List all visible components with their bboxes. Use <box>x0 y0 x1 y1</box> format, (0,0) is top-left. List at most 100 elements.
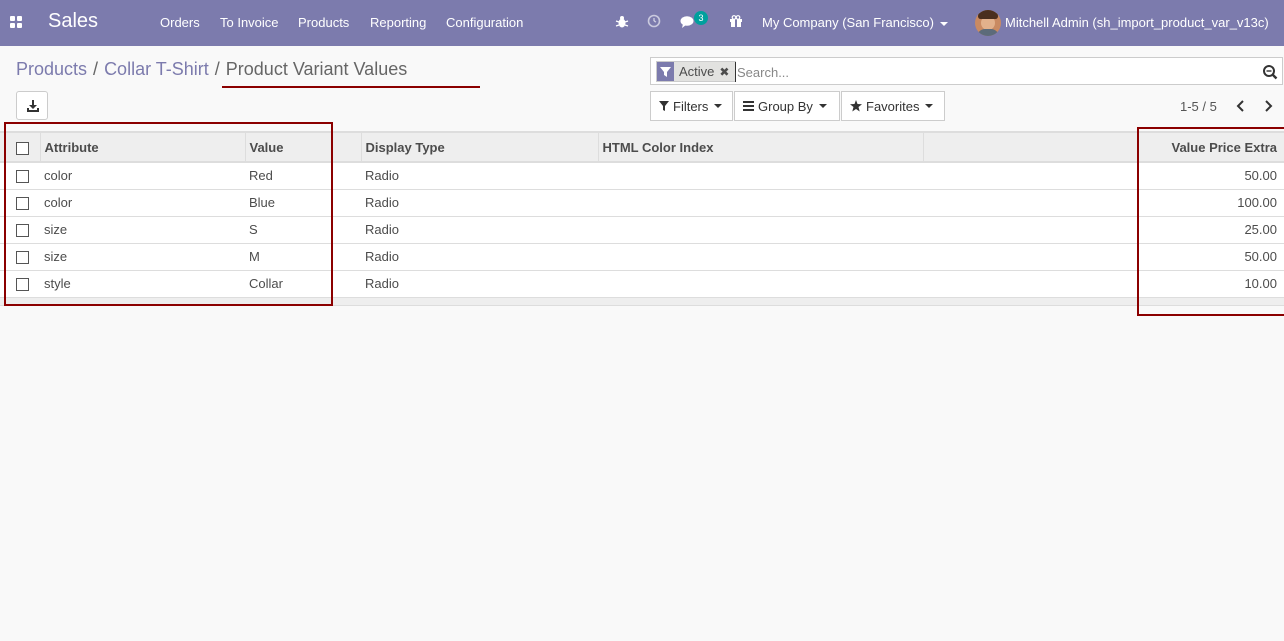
row-checkbox[interactable] <box>16 197 29 211</box>
cell-price-extra: 10.00 <box>1138 270 1284 298</box>
row-select-cell[interactable] <box>0 243 40 271</box>
export-button[interactable] <box>16 91 48 120</box>
select-all-checkbox[interactable] <box>16 141 29 155</box>
gift-icon[interactable] <box>729 14 743 28</box>
chevron-down-icon <box>818 104 827 108</box>
row-checkbox[interactable] <box>16 278 29 292</box>
group-by-button[interactable]: Group By <box>734 91 840 121</box>
cell-price-extra: 50.00 <box>1138 162 1284 190</box>
row-select-cell[interactable] <box>0 162 40 190</box>
cell-html-color-index <box>598 162 923 190</box>
apps-icon[interactable] <box>10 16 23 29</box>
cell-value: M <box>245 243 361 271</box>
table-row[interactable]: color Red Radio 50.00 <box>0 162 1284 190</box>
row-select-cell[interactable] <box>0 189 40 217</box>
cell-display-type: Radio <box>361 270 598 298</box>
cell-attribute: size <box>40 243 245 271</box>
highlight-underline <box>222 86 480 88</box>
app-brand[interactable]: Sales <box>48 10 98 33</box>
menu-to-invoice[interactable]: To Invoice <box>220 15 279 30</box>
cell-html-color-index <box>598 189 923 217</box>
breadcrumb-collar-tshirt[interactable]: Collar T-Shirt <box>104 59 209 79</box>
bug-icon[interactable] <box>615 15 629 29</box>
facet-label: Active <box>679 64 715 79</box>
cell-blank <box>923 216 1138 244</box>
top-navbar: Sales Orders To Invoice Products Reporti… <box>0 0 1284 46</box>
filter-icon <box>659 100 669 111</box>
cell-blank <box>923 189 1138 217</box>
chevron-down-icon <box>925 104 934 108</box>
menu-configuration[interactable]: Configuration <box>446 15 523 30</box>
menu-products[interactable]: Products <box>298 15 349 30</box>
table-footer <box>0 297 1284 306</box>
row-checkbox[interactable] <box>16 170 29 184</box>
cell-html-color-index <box>598 216 923 244</box>
cell-blank <box>923 270 1138 298</box>
cell-attribute: color <box>40 162 245 190</box>
filters-label: Filters <box>673 98 709 114</box>
cell-price-extra: 100.00 <box>1138 189 1284 217</box>
cell-display-type: Radio <box>361 189 598 217</box>
filter-icon <box>657 62 674 81</box>
cell-html-color-index <box>598 270 923 298</box>
row-checkbox[interactable] <box>16 251 29 265</box>
column-header-value-price-extra[interactable]: Value Price Extra <box>1137 131 1284 163</box>
chevron-left-icon[interactable] <box>1234 97 1248 115</box>
clock-icon[interactable] <box>647 14 661 28</box>
row-checkbox[interactable] <box>16 224 29 238</box>
favorites-label: Favorites <box>866 98 920 114</box>
row-select-cell[interactable] <box>0 216 40 244</box>
cell-value: Red <box>245 162 361 190</box>
cell-price-extra: 50.00 <box>1138 243 1284 271</box>
search-box: Active ✖ <box>650 57 1283 85</box>
chevron-down-icon <box>939 21 948 26</box>
user-avatar[interactable] <box>975 10 1001 36</box>
chevron-right-icon[interactable] <box>1261 97 1275 115</box>
search-facet-active: Active ✖ <box>656 61 737 82</box>
chat-icon[interactable] <box>680 15 694 29</box>
chat-count-badge: 3 <box>694 11 708 25</box>
select-all-cell[interactable] <box>0 131 40 163</box>
column-header-value[interactable]: Value <box>244 131 361 163</box>
favorites-button[interactable]: Favorites <box>841 91 945 121</box>
cell-attribute: size <box>40 216 245 244</box>
breadcrumb-products[interactable]: Products <box>16 59 87 79</box>
pager-value[interactable]: 1-5 / 5 <box>1180 99 1217 114</box>
column-header-display-type[interactable]: Display Type <box>360 131 598 163</box>
bars-icon <box>743 101 754 111</box>
list-view: Attribute Value Display Type HTML Color … <box>0 131 1284 306</box>
cell-price-extra: 25.00 <box>1138 216 1284 244</box>
company-switcher[interactable]: My Company (San Francisco) <box>762 15 948 30</box>
cell-blank <box>923 162 1138 190</box>
cell-display-type: Radio <box>361 162 598 190</box>
company-name: My Company (San Francisco) <box>762 15 934 30</box>
download-icon <box>27 100 39 112</box>
filters-button[interactable]: Filters <box>650 91 733 121</box>
column-header-blank[interactable] <box>922 131 1138 163</box>
close-icon[interactable]: ✖ <box>719 65 729 79</box>
table-row[interactable]: size S Radio 25.00 <box>0 216 1284 244</box>
search-icon[interactable] <box>1262 64 1278 80</box>
cell-value: Collar <box>245 270 361 298</box>
column-header-attribute[interactable]: Attribute <box>39 131 245 163</box>
cell-html-color-index <box>598 243 923 271</box>
search-input[interactable] <box>735 62 1255 82</box>
group-by-label: Group By <box>758 98 813 114</box>
user-menu[interactable]: Mitchell Admin (sh_import_product_var_v1… <box>1005 15 1269 30</box>
breadcrumb-separator: / <box>214 59 220 79</box>
menu-reporting[interactable]: Reporting <box>370 15 426 30</box>
page-title: Product Variant Values <box>225 59 408 79</box>
chevron-down-icon <box>714 104 723 108</box>
cell-attribute: color <box>40 189 245 217</box>
cell-display-type: Radio <box>361 216 598 244</box>
table-row[interactable]: color Blue Radio 100.00 <box>0 189 1284 217</box>
column-header-html-color-index[interactable]: HTML Color Index <box>597 131 923 163</box>
table-row[interactable]: style Collar Radio 10.00 <box>0 270 1284 298</box>
table-row[interactable]: size M Radio 50.00 <box>0 243 1284 271</box>
menu-orders[interactable]: Orders <box>160 15 200 30</box>
variant-values-table: Attribute Value Display Type HTML Color … <box>0 131 1284 298</box>
table-header-row: Attribute Value Display Type HTML Color … <box>0 131 1284 163</box>
cell-value: Blue <box>245 189 361 217</box>
row-select-cell[interactable] <box>0 270 40 298</box>
cell-attribute: style <box>40 270 245 298</box>
